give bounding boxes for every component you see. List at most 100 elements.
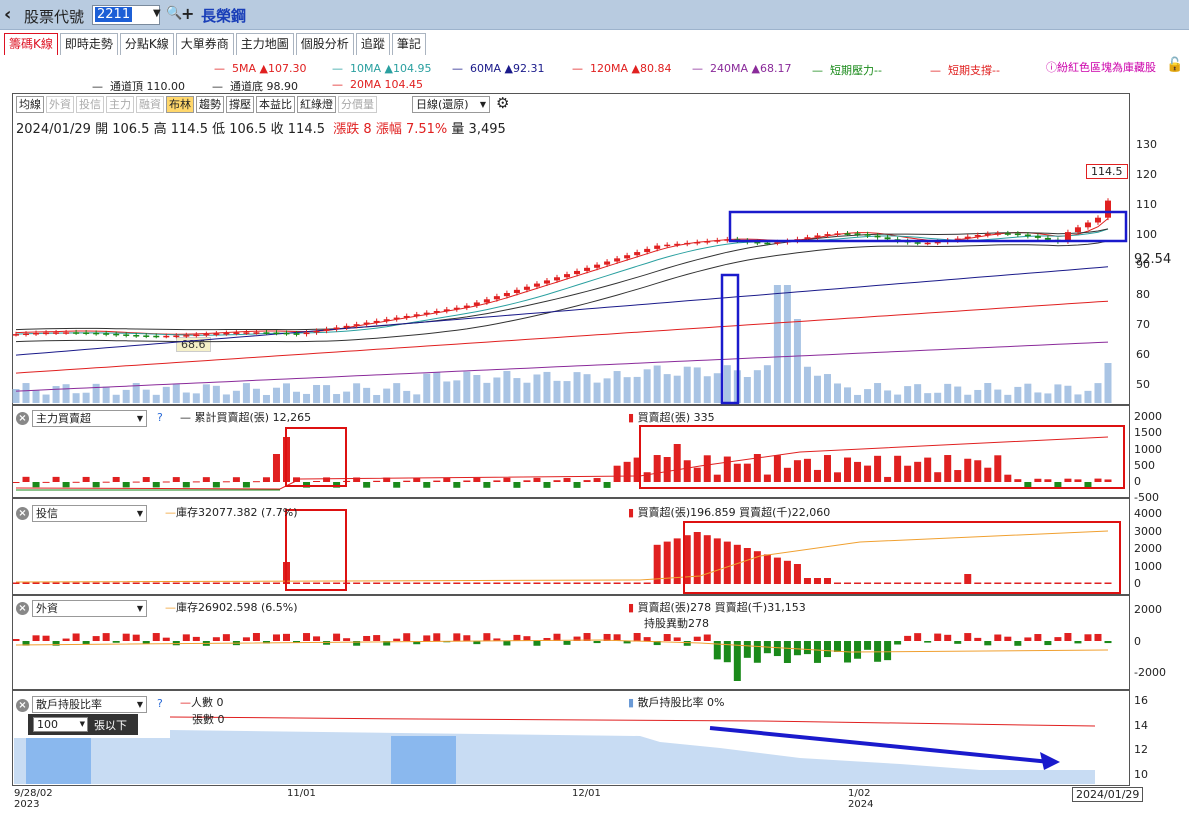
chevron-down-icon: ▼ [136, 700, 143, 709]
indicator-main[interactable]: 主力 [106, 96, 134, 113]
foreign-change-legend: 持股異動278 [644, 617, 709, 630]
chevron-down-icon: ▼ [136, 509, 143, 518]
tab-tracking[interactable]: 追蹤 [355, 33, 390, 55]
ma20-legend: — 20MA 104.45 [332, 78, 423, 91]
gear-icon[interactable]: ⚙ [496, 94, 509, 112]
ohlc-high-label: 高 [153, 122, 167, 137]
help-icon[interactable]: ? [157, 697, 163, 710]
ohlc-open: 106.5 [112, 122, 150, 137]
trust-close[interactable]: × [16, 506, 29, 520]
indicator-traffic-light[interactable]: 紅綠燈 [297, 96, 336, 113]
ohlc-close: 114.5 [287, 122, 325, 137]
ma120-value: 120MA ▲80.84 [590, 62, 672, 75]
retail-people-legend: —人數 0 [180, 696, 224, 709]
stock-code-value: 2211 [95, 7, 133, 22]
retail-axis-label: 10 [1134, 768, 1148, 781]
last-price-label: 114.5 [1086, 164, 1128, 179]
foreign-close[interactable]: × [16, 601, 29, 615]
close-icon[interactable]: × [16, 699, 29, 712]
date-label: 12/01 [572, 788, 601, 799]
ma5-value: 5MA ▲107.30 [232, 62, 307, 75]
indicator-trend[interactable]: 趨勢 [196, 96, 224, 113]
stock-code-input[interactable]: 2211 [92, 5, 160, 25]
help-icon[interactable]: ? [157, 411, 163, 424]
price-axis-label: 120 [1136, 168, 1157, 181]
period-select[interactable]: 日線(還原) ▼ [412, 96, 490, 113]
foreign-select-value: 外資 [36, 602, 58, 615]
indicator-support[interactable]: 撐壓 [226, 96, 254, 113]
lock-icon[interactable]: 🔓 [1166, 57, 1183, 73]
ma60-value: 60MA ▲92.31 [470, 62, 545, 75]
tab-main-map[interactable]: 主力地圖 [235, 33, 294, 55]
ohlc-readout: 2024/01/29 開 106.5 高 114.5 低 106.5 收 114… [16, 118, 506, 137]
ma10-value: 10MA ▲104.95 [350, 62, 432, 75]
indicator-trust[interactable]: 投信 [76, 96, 104, 113]
trust-select[interactable]: 投信 ▼ [32, 505, 147, 522]
main-force-axis-label: 0 [1134, 475, 1141, 488]
close-icon[interactable]: × [16, 507, 29, 520]
indicator-toolbar: 均線 外資 投信 主力 融資 布林 趨勢 撐壓 本益比 紅綠燈 分價量 [16, 96, 379, 113]
ohlc-low: 106.5 [229, 122, 267, 137]
date-label: 11/01 [287, 788, 316, 799]
main-force-axis-label: 500 [1134, 459, 1155, 472]
chevron-down-icon: ▼ [136, 604, 143, 613]
tab-bar: 籌碼K線 即時走勢 分點K線 大單券商 主力地圖 個股分析 追蹤 筆記 [4, 33, 428, 55]
lots-input[interactable]: 100 ▼ [33, 717, 88, 732]
tab-notes[interactable]: 筆記 [391, 33, 426, 55]
indicator-margin[interactable]: 融資 [136, 96, 164, 113]
indicator-ma[interactable]: 均線 [16, 96, 44, 113]
retail-select[interactable]: 散戶持股比率 ▼ [32, 696, 147, 713]
indicator-foreign[interactable]: 外資 [46, 96, 74, 113]
main-force-bar-legend: ▮ 買賣超(張) 335 [628, 411, 715, 424]
price-axis-label: 110 [1136, 198, 1157, 211]
date-label: 9/28/02 2023 [14, 788, 53, 810]
indicator-volume-profile[interactable]: 分價量 [338, 96, 377, 113]
foreign-bar-legend: ▮ 買賣超(張)278 買賣超(千)31,153 [628, 601, 806, 614]
main-force-axis-label: 2000 [1134, 410, 1162, 423]
tab-chip-k[interactable]: 籌碼K線 [4, 33, 58, 55]
trust-select-value: 投信 [36, 507, 58, 520]
back-arrow-icon[interactable]: ‹ [4, 4, 11, 25]
trust-inventory-value: 庫存32077.382 (7.7%) [176, 506, 298, 519]
price-axis-label: 100 [1136, 228, 1157, 241]
close-icon[interactable]: × [16, 412, 29, 425]
main-force-close[interactable]: × [16, 411, 29, 425]
ma60-price-label: 92.54 [1134, 252, 1172, 267]
foreign-axis-label: 0 [1134, 635, 1141, 648]
chevron-down-icon[interactable]: ▼ [153, 8, 161, 19]
ohlc-pct: 漲幅 7.51% [375, 122, 448, 137]
foreign-inventory-value: 庫存26902.598 (6.5%) [176, 601, 298, 614]
trust-bar-value: 買賣超(張)196.859 買賣超(千)22,060 [637, 506, 831, 519]
foreign-select[interactable]: 外資 ▼ [32, 600, 147, 617]
main-force-select[interactable]: 主力買賣超 ▼ [32, 410, 147, 427]
chevron-down-icon: ▼ [79, 720, 85, 728]
trust-axis-label: 1000 [1134, 560, 1162, 573]
year-value: 2023 [14, 799, 40, 810]
ma10-legend: — 10MA ▲104.95 [332, 62, 432, 75]
ohlc-open-label: 開 [95, 122, 109, 137]
price-axis-label: 130 [1136, 138, 1157, 151]
lots-label: 張以下 [94, 719, 127, 732]
trust-axis-label: 2000 [1134, 542, 1162, 555]
search-icon[interactable]: 🔍 [166, 6, 182, 21]
ohlc-low-label: 低 [212, 122, 226, 137]
date-value: 1/02 [848, 788, 871, 799]
short-pressure-legend: — 短期壓力-- [812, 64, 882, 77]
close-icon[interactable]: × [16, 602, 29, 615]
tab-branch-k[interactable]: 分點K線 [119, 33, 174, 55]
indicator-bollinger[interactable]: 布林 [166, 96, 194, 113]
chevron-down-icon: ▼ [136, 414, 143, 423]
lots-value: 100 [37, 718, 58, 731]
tab-analysis[interactable]: 個股分析 [295, 33, 354, 55]
foreign-bar-value: 買賣超(張)278 買賣超(千)31,153 [637, 601, 806, 614]
indicator-pe[interactable]: 本益比 [256, 96, 295, 113]
tab-realtime[interactable]: 即時走勢 [59, 33, 118, 55]
add-icon[interactable]: + [181, 4, 194, 23]
ohlc-vol-label: 量 [451, 122, 465, 137]
retail-close[interactable]: × [16, 698, 29, 712]
retail-select-value: 散戶持股比率 [36, 698, 102, 711]
buyback-hint: 紛紅色區塊為庫藏股 [1057, 61, 1156, 74]
info-icon[interactable]: ⓘ紛紅色區塊為庫藏股 [1046, 59, 1156, 75]
tab-big-broker[interactable]: 大單券商 [175, 33, 234, 55]
low-price-label: 68.6 [176, 337, 211, 352]
